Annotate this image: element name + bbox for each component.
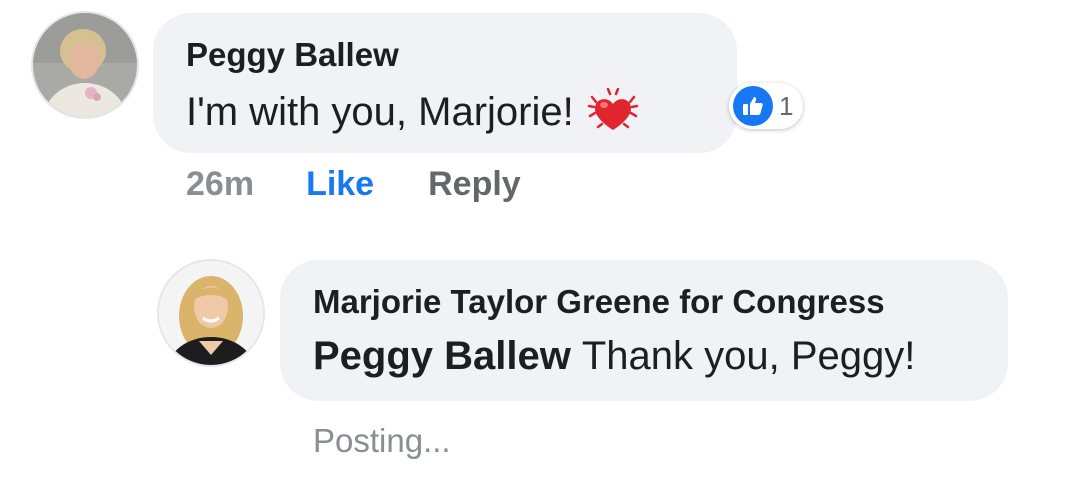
reaction-summary[interactable]: 1 [729, 83, 804, 129]
beating-heart-icon [584, 83, 642, 141]
reply-button[interactable]: Reply [428, 164, 521, 204]
comment-author[interactable]: Peggy Ballew [186, 35, 737, 75]
reply-text: Thank you, Peggy! [581, 334, 916, 378]
like-button[interactable]: Like [306, 164, 374, 204]
reply-author-avatar[interactable] [159, 261, 263, 365]
comment-bubble: Peggy Ballew I'm with you, Marjorie! [153, 13, 737, 153]
reply-author-photo [159, 261, 263, 365]
thumbs-up-icon [733, 86, 773, 126]
reply-author[interactable]: Marjorie Taylor Greene for Congress [313, 282, 1008, 322]
reply-bubble: Marjorie Taylor Greene for Congress Pegg… [280, 260, 1008, 401]
posting-status: Posting... [313, 422, 451, 459]
comment-text-row: I'm with you, Marjorie! [186, 83, 737, 141]
reply-mention[interactable]: Peggy Ballew [313, 330, 571, 382]
comment-timestamp[interactable]: 26m [186, 164, 254, 204]
commenter-photo [33, 13, 137, 117]
comment-text: I'm with you, Marjorie! [186, 90, 574, 134]
comment-actions: 26m Like Reply [186, 164, 521, 204]
reply-text-row: Peggy Ballew Thank you, Peggy! [313, 330, 1008, 382]
reaction-count: 1 [779, 90, 794, 121]
commenter-avatar[interactable] [33, 13, 137, 117]
